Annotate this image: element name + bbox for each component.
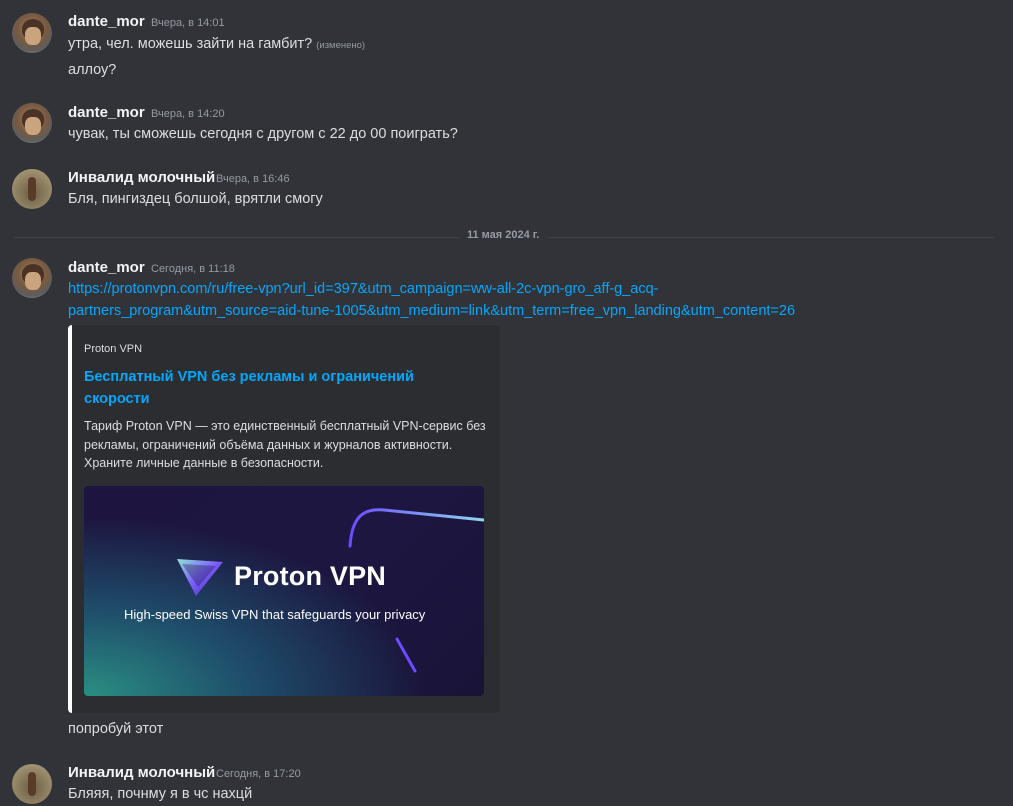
author-name[interactable]: dante_mor (68, 13, 145, 30)
message-text: чувак, ты сможешь сегодня с другом с 22 … (68, 126, 458, 142)
message-link-continued[interactable]: partners_program&utm_source=aid-tune-100… (68, 303, 795, 319)
message-text: Бляяя, почнму я в чс нахцй (68, 786, 253, 802)
avatar[interactable] (12, 764, 52, 804)
message-text: аллоу? (68, 62, 117, 78)
timestamp: Вчера, в 16:46 (216, 173, 290, 185)
timestamp: Сегодня, в 17:20 (216, 768, 301, 780)
author-name[interactable]: Инвалид молочный (68, 169, 215, 186)
avatar[interactable] (12, 103, 52, 143)
message-link[interactable]: https://protonvpn.com/ru/free-vpn?url_id… (68, 281, 659, 297)
message-text: утра, чел. можешь зайти на гамбит? (измен… (68, 36, 365, 52)
edited-label: (изменено) (316, 40, 366, 51)
proton-vpn-tagline: High-speed Swiss VPN that safeguards you… (124, 607, 426, 622)
author-name[interactable]: dante_mor (68, 259, 145, 276)
message-content: утра, чел. можешь зайти на гамбит? (68, 36, 313, 52)
avatar[interactable] (12, 169, 52, 209)
author-name[interactable]: Инвалид молочный (68, 764, 215, 781)
timestamp: Сегодня, в 11:18 (151, 263, 235, 275)
embed-title[interactable]: Бесплатный VPN без рекламы и ограничений… (84, 366, 444, 410)
author-name[interactable]: dante_mor (68, 104, 145, 121)
timestamp: Вчера, в 14:01 (151, 17, 225, 29)
message-text: Бля, пингиздец болшой, врятли смогу (68, 191, 323, 207)
embed-image[interactable]: Proton VPN High-speed Swiss VPN that saf… (84, 486, 484, 696)
avatar[interactable] (12, 258, 52, 298)
message-text: попробуй этот (68, 721, 164, 737)
timestamp: Вчера, в 14:20 (151, 108, 225, 120)
link-embed: Proton VPN Бесплатный VPN без рекламы и … (68, 325, 500, 713)
embed-provider[interactable]: Proton VPN (84, 343, 142, 355)
date-divider: 11 мая 2024 г. (459, 229, 548, 241)
proton-vpn-logo-text: Proton VPN (234, 561, 387, 591)
avatar[interactable] (12, 13, 52, 53)
embed-description: Тариф Proton VPN — это единственный бесп… (84, 419, 486, 470)
